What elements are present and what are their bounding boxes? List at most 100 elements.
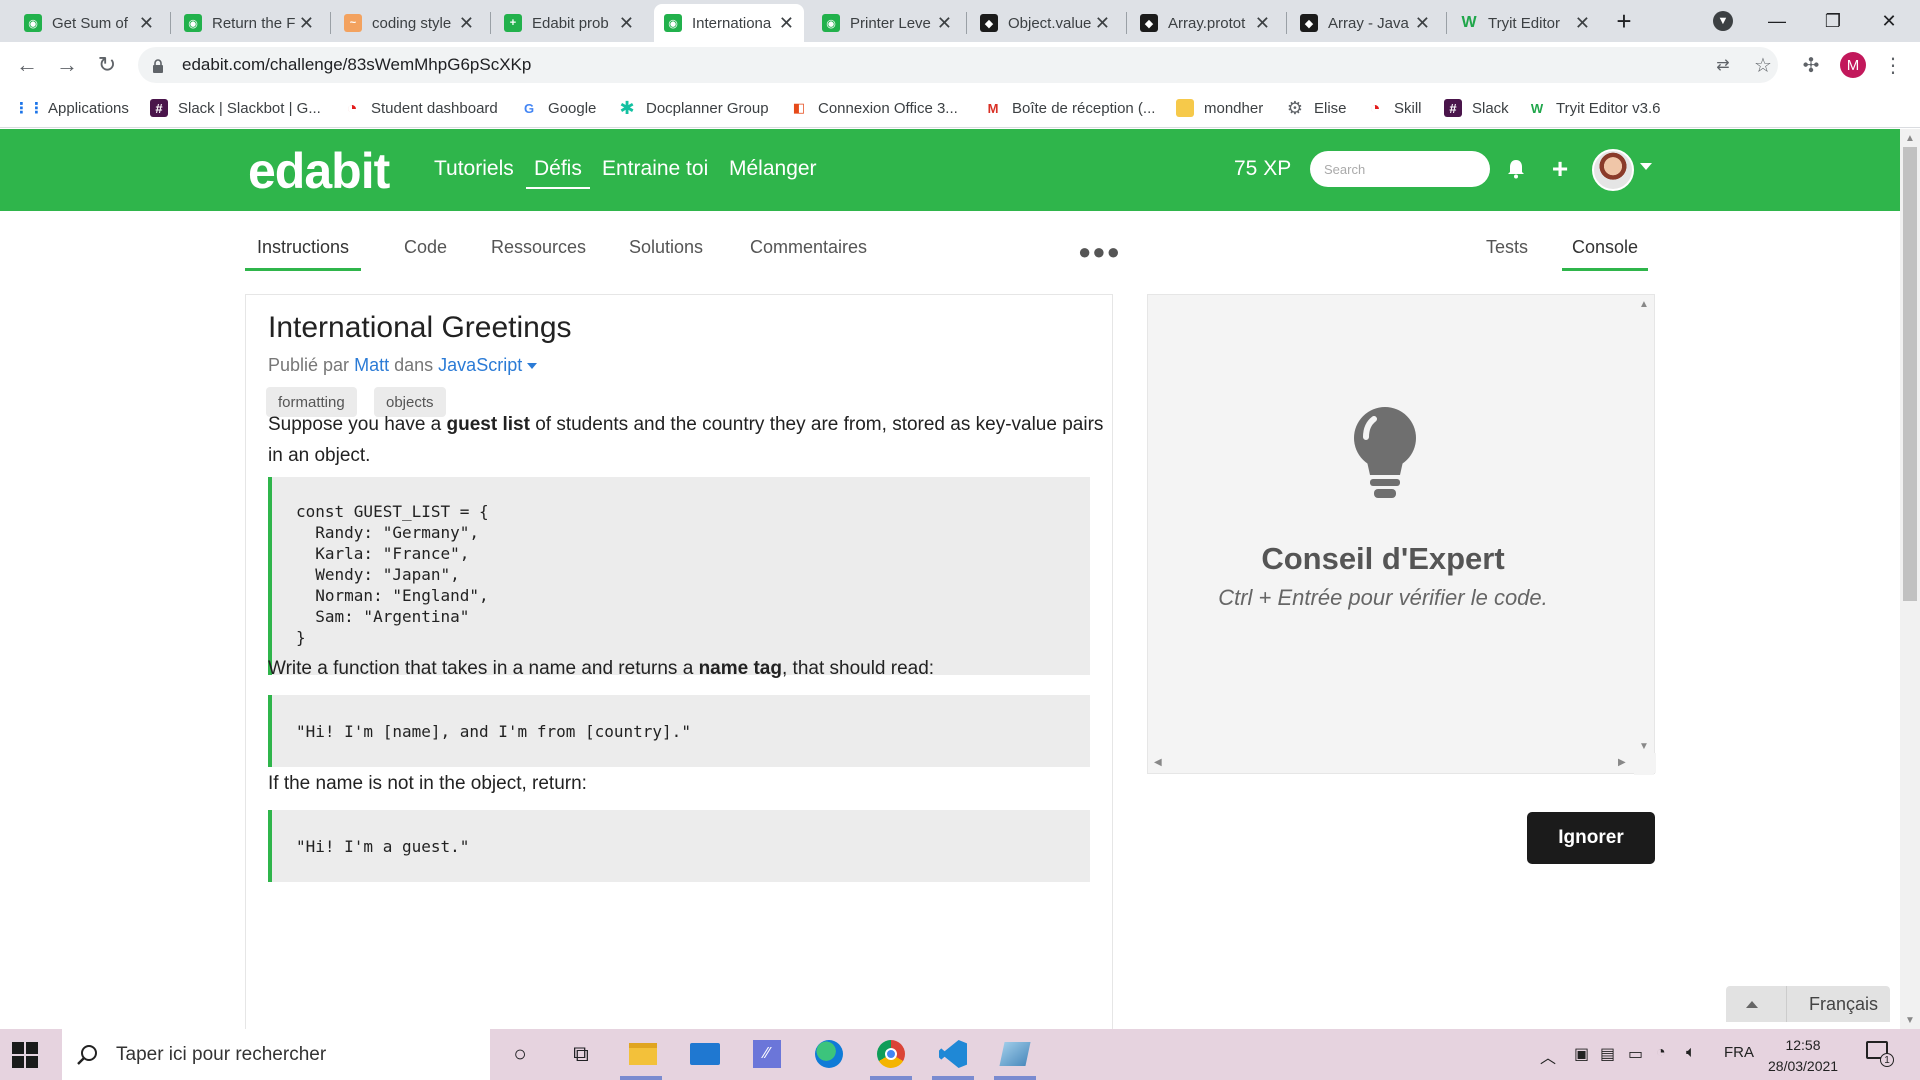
bell-icon[interactable] <box>1502 155 1530 183</box>
webcam-icon[interactable]: ▣ <box>1574 1044 1589 1064</box>
browser-tab[interactable]: ~ coding style ✕ <box>334 4 484 42</box>
translate-icon[interactable]: ⇄ <box>1710 52 1736 78</box>
close-tab-icon[interactable]: ✕ <box>1095 13 1110 34</box>
edabit-logo[interactable]: edabit <box>248 142 390 200</box>
input-language-indicator[interactable]: FRA <box>1724 1044 1754 1061</box>
scroll-up-arrow-icon[interactable]: ▲ <box>1639 299 1649 310</box>
search-input[interactable] <box>1310 151 1490 187</box>
browser-tab[interactable]: ◉ Return the F ✕ <box>174 4 324 42</box>
windows-start-icon[interactable] <box>12 1042 38 1068</box>
scroll-right-arrow-icon[interactable]: ▶ <box>1618 757 1626 768</box>
bookmark-applications[interactable]: ⋮⋮ Applications <box>14 96 129 120</box>
bookmark-star-icon[interactable]: ☆ <box>1750 52 1776 78</box>
bookmark-slack[interactable]: # Slack | Slackbot | G... <box>150 96 321 120</box>
close-tab-icon[interactable]: ✕ <box>139 13 154 34</box>
notification-center-icon[interactable]: 1 <box>1866 1041 1894 1067</box>
browser-tab[interactable]: ◆ Array.protot ✕ <box>1130 4 1280 42</box>
bookmark-elise[interactable]: ⚙ Elise <box>1286 96 1347 120</box>
close-window-icon[interactable]: ✕ <box>1862 0 1916 42</box>
bookmark-docplanner[interactable]: ✱ Docplanner Group <box>618 96 768 120</box>
nav-melanger[interactable]: Mélanger <box>729 157 817 181</box>
edabit-favicon-icon: ◉ <box>24 14 42 32</box>
meet-now-icon[interactable]: ▤ <box>1600 1044 1615 1064</box>
scroll-down-arrow-icon[interactable]: ▼ <box>1905 1015 1915 1026</box>
profile-avatar[interactable]: M <box>1840 52 1866 78</box>
cortana-icon[interactable]: ○ <box>503 1037 537 1071</box>
back-arrow-icon[interactable]: ← <box>12 50 42 80</box>
file-explorer-icon[interactable] <box>626 1037 660 1071</box>
author-link[interactable]: Matt <box>354 355 389 375</box>
scroll-left-arrow-icon[interactable]: ◀ <box>1154 757 1162 768</box>
close-tab-icon[interactable]: ✕ <box>779 13 794 34</box>
new-tab-plus-icon[interactable]: + <box>1596 0 1652 42</box>
bookmark-gmail[interactable]: M Boîte de réception (... <box>984 96 1156 120</box>
language-link[interactable]: JavaScript <box>438 355 538 375</box>
tab-console[interactable]: Console <box>1562 237 1649 271</box>
tab-tests[interactable]: Tests <box>1486 237 1528 268</box>
tab-search-chevron-icon[interactable]: ▼ <box>1696 0 1750 42</box>
browser-tab[interactable]: ◉ Printer Leve ✕ <box>812 4 962 42</box>
bookmark-student-dashboard[interactable]: ◔ Student dashboard <box>343 96 498 120</box>
nav-defis[interactable]: Défis <box>526 157 590 189</box>
close-tab-icon[interactable]: ✕ <box>1575 13 1590 34</box>
minimize-window-icon[interactable]: — <box>1750 0 1804 42</box>
browser-tab-active[interactable]: ◉ Internationa ✕ <box>654 4 804 42</box>
bookmark-slack-2[interactable]: # Slack <box>1444 96 1509 120</box>
ignore-button[interactable]: Ignorer <box>1527 812 1655 864</box>
address-bar[interactable]: edabit.com/challenge/83sWemMhpG6pScXKp <box>138 47 1778 83</box>
nav-tutoriels[interactable]: Tutoriels <box>434 157 514 181</box>
browser-tab[interactable]: W Tryit Editor ✕ <box>1450 4 1600 42</box>
vscode-icon[interactable] <box>936 1037 970 1071</box>
taskbar-search-box[interactable]: Taper ici pour rechercher <box>62 1029 490 1080</box>
console-vertical-scrollbar[interactable]: ▲ ▼ <box>1634 295 1654 775</box>
browser-tab[interactable]: + Edabit prob ✕ <box>494 4 644 42</box>
bookmark-folder-mondher[interactable]: mondher <box>1176 96 1263 120</box>
reload-icon[interactable]: ↻ <box>92 50 122 80</box>
close-tab-icon[interactable]: ✕ <box>459 13 474 34</box>
close-tab-icon[interactable]: ✕ <box>1255 13 1270 34</box>
user-avatar[interactable] <box>1592 149 1634 191</box>
chrome-menu-icon[interactable]: ⋮ <box>1880 52 1906 78</box>
tab-commentaires[interactable]: Commentaires <box>750 237 867 268</box>
battery-icon[interactable]: ▭ <box>1628 1044 1643 1064</box>
console-horizontal-scrollbar[interactable]: ◀ ▶ <box>1148 753 1656 773</box>
close-tab-icon[interactable]: ✕ <box>1415 13 1430 34</box>
tab-code[interactable]: Code <box>404 237 447 268</box>
power-automate-icon[interactable]: ⁄⁄ <box>750 1037 784 1071</box>
page-scrollbar[interactable]: ▲ ▼ <box>1900 129 1920 1029</box>
language-selector[interactable]: Français <box>1726 986 1890 1022</box>
browser-tab[interactable]: ◆ Array - Java ✕ <box>1290 4 1440 42</box>
scroll-down-arrow-icon[interactable]: ▼ <box>1639 741 1649 752</box>
bookmark-office[interactable]: ◧ Connexion Office 3... <box>790 96 958 120</box>
mail-icon[interactable] <box>688 1037 722 1071</box>
browser-tab[interactable]: ◉ Get Sum of ✕ <box>14 4 164 42</box>
language-label: Français <box>1809 993 1879 1014</box>
bookmark-tryit[interactable]: W Tryit Editor v3.6 <box>1528 96 1661 120</box>
close-tab-icon[interactable]: ✕ <box>937 13 952 34</box>
extensions-puzzle-icon[interactable]: ✣ <box>1798 52 1824 78</box>
browser-tab[interactable]: ◆ Object.value ✕ <box>970 4 1120 42</box>
tab-solutions[interactable]: Solutions <box>629 237 703 268</box>
system-clock[interactable]: 12:58 28/03/2021 <box>1768 1035 1838 1077</box>
plus-icon[interactable]: + <box>1546 153 1574 184</box>
nav-entraine-toi[interactable]: Entraine toi <box>602 157 708 181</box>
task-view-icon[interactable]: ⧉ <box>564 1037 598 1071</box>
scrollbar-thumb[interactable] <box>1903 147 1917 601</box>
edge-icon[interactable] <box>812 1037 846 1071</box>
chevron-down-icon[interactable] <box>1640 163 1652 170</box>
tab-ressources[interactable]: Ressources <box>491 237 586 268</box>
chrome-icon[interactable] <box>874 1037 908 1071</box>
more-options-icon[interactable]: ●●● <box>1078 239 1121 265</box>
app-window-icon[interactable] <box>998 1037 1032 1071</box>
forward-arrow-icon[interactable]: → <box>52 50 82 80</box>
restore-window-icon[interactable]: ❐ <box>1806 0 1860 42</box>
tab-instructions[interactable]: Instructions <box>245 237 362 271</box>
network-icon[interactable]: ◔ <box>1656 1044 1666 1062</box>
close-tab-icon[interactable]: ✕ <box>619 13 634 34</box>
scroll-up-arrow-icon[interactable]: ▲ <box>1905 133 1915 144</box>
bookmark-skill[interactable]: ◔ Skill <box>1366 96 1422 120</box>
close-tab-icon[interactable]: ✕ <box>299 13 314 34</box>
volume-icon[interactable]: 🔈︎ <box>1686 1044 1696 1062</box>
bookmark-google[interactable]: G Google <box>520 96 596 120</box>
show-hidden-icons-chevron-icon[interactable]: ︿ <box>1540 1044 1556 1068</box>
